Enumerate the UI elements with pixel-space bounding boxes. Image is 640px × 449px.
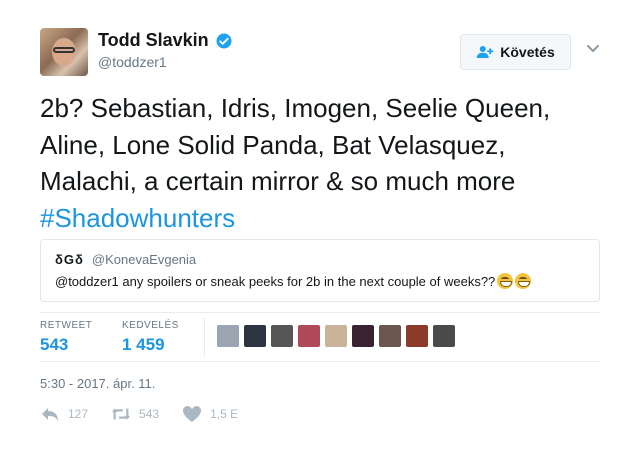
retweet-icon — [111, 408, 131, 420]
stat-divider — [204, 318, 205, 356]
grinning-face-icon — [497, 273, 514, 289]
retweet-stat[interactable]: RETWEET 543 — [40, 320, 92, 355]
quoted-author-handle: @KonevaEvgenia — [91, 252, 197, 267]
divider — [40, 312, 600, 313]
reply-icon — [42, 408, 58, 421]
liker-avatar[interactable] — [217, 325, 239, 347]
tweet-text: 2b? Sebastian, Idris, Imogen, Seelie Que… — [40, 90, 610, 236]
avatar-glasses — [53, 47, 75, 53]
add-user-icon — [477, 46, 494, 58]
liker-avatar[interactable] — [325, 325, 347, 347]
liker-avatar[interactable] — [433, 325, 455, 347]
like-action[interactable]: 1,5 E — [182, 405, 238, 423]
liker-avatar[interactable] — [379, 325, 401, 347]
divider — [40, 361, 600, 362]
tweet-timestamp[interactable]: 5:30 - 2017. ápr. 11. — [40, 376, 155, 391]
chevron-down-icon[interactable] — [586, 44, 600, 54]
quoted-tweet[interactable]: δGδ @KonevaEvgenia @toddzer1 any spoiler… — [40, 239, 600, 302]
like-stat-value: 1 459 — [122, 335, 165, 354]
liker-avatar[interactable] — [352, 325, 374, 347]
liker-avatar[interactable] — [271, 325, 293, 347]
retweet-count: 543 — [139, 407, 160, 421]
reply-action[interactable]: 127 — [40, 405, 88, 423]
reply-count: 127 — [68, 407, 89, 421]
quoted-tweet-text-row: @toddzer1 any spoilers or sneak peeks fo… — [55, 273, 532, 289]
follow-button-label: Követés — [500, 44, 555, 60]
quoted-author-name: δGδ — [55, 252, 84, 267]
retweet-stat-value: 543 — [40, 335, 69, 354]
follow-button[interactable]: Követés — [460, 34, 571, 70]
like-stat-label: KEDVELÉS — [122, 320, 179, 331]
retweet-stat-label: RETWEET — [40, 320, 93, 331]
verified-badge-icon — [216, 33, 232, 48]
retweet-action[interactable]: 543 — [111, 405, 159, 423]
liker-avatar[interactable] — [298, 325, 320, 347]
grinning-face-icon — [515, 273, 532, 289]
liker-avatar[interactable] — [244, 325, 266, 347]
liker-avatars — [217, 325, 455, 347]
author-name[interactable]: Todd Slavkin — [98, 30, 209, 51]
quoted-tweet-text: @toddzer1 any spoilers or sneak peeks fo… — [55, 273, 496, 289]
tweet-line: Malachi, a certain mirror & so much more — [40, 166, 516, 196]
like-count: 1,5 E — [210, 407, 239, 421]
tweet-actions: 127 543 1,5 E — [40, 405, 261, 423]
tweet-line: Aline, Lone Solid Panda, Bat Velasquez, — [40, 129, 506, 160]
tweet-line: 2b? Sebastian, Idris, Imogen, Seelie Que… — [40, 93, 551, 123]
author-name-row[interactable]: Todd Slavkin — [98, 30, 233, 51]
like-stat[interactable]: KEDVELÉS 1 459 — [122, 320, 179, 355]
quoted-tweet-header: δGδ @KonevaEvgenia — [55, 252, 196, 267]
liker-avatar[interactable] — [406, 325, 428, 347]
author-avatar[interactable] — [40, 28, 88, 76]
heart-icon — [183, 406, 202, 422]
hashtag-link[interactable]: #Shadowhunters — [40, 200, 610, 237]
author-handle[interactable]: @toddzer1 — [98, 54, 167, 70]
